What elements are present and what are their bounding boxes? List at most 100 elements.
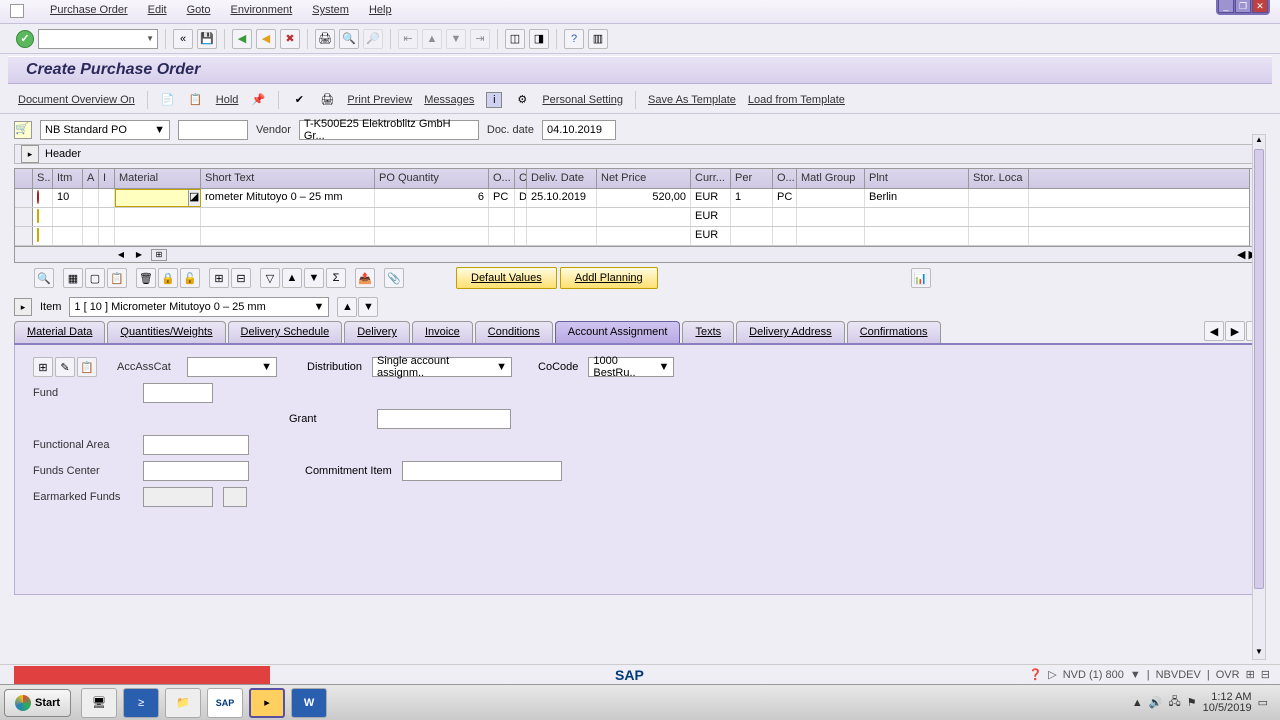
header-collapse-bar[interactable]: ▸ Header	[14, 144, 1266, 164]
col-deliv-date[interactable]: Deliv. Date	[527, 169, 597, 188]
select-all-icon[interactable]: ▦	[63, 268, 83, 288]
earmarked-funds-input[interactable]	[143, 487, 213, 507]
po-number-input[interactable]	[178, 120, 248, 140]
status-icon-1[interactable]: ⊞	[1246, 668, 1255, 681]
next-item-icon[interactable]: ▼	[358, 297, 378, 317]
print-preview-icon[interactable]: 🖨	[319, 92, 335, 108]
menu-edit[interactable]: Edit	[148, 4, 167, 19]
copy-acct-icon[interactable]: 📋	[77, 357, 97, 377]
cell-curr[interactable]: EUR	[691, 208, 731, 226]
vendor-input[interactable]: T-K500E25 Elektroblitz GmbH Gr...	[299, 120, 479, 140]
scroll-right-icon[interactable]: ▶	[133, 249, 145, 261]
info-icon[interactable]: i	[486, 92, 502, 108]
menu-purchase-order[interactable]: Purchase Order	[50, 4, 128, 19]
task-word-icon[interactable]: W	[291, 688, 327, 718]
enter-icon[interactable]: ✓	[16, 30, 34, 48]
exit-icon[interactable]: ◀	[256, 29, 276, 49]
other-po-icon[interactable]: 📋	[188, 92, 204, 108]
unlock-icon[interactable]: 🔓	[180, 268, 200, 288]
col-short-text[interactable]: Short Text	[201, 169, 375, 188]
help-status-icon[interactable]: ❓	[1029, 668, 1043, 681]
table-view-icon[interactable]: ⊞	[33, 357, 53, 377]
detail-icon[interactable]: ⊞	[209, 268, 229, 288]
cell-opu[interactable]: PC	[773, 189, 797, 207]
maximize-icon[interactable]: ❐	[1235, 0, 1251, 13]
doc-date-input[interactable]: 04.10.2019	[542, 120, 616, 140]
tab-conditions[interactable]: Conditions	[475, 321, 553, 343]
filter-icon[interactable]: ▽	[260, 268, 280, 288]
back-green-icon[interactable]: ◀	[232, 29, 252, 49]
addl-planning-button[interactable]: Addl Planning	[560, 267, 658, 289]
prev-item-icon[interactable]: ▲	[337, 297, 357, 317]
clock[interactable]: 1:12 AM10/5/2019	[1203, 692, 1252, 714]
find-item-icon[interactable]: 🔍	[34, 268, 54, 288]
col-plnt[interactable]: Plnt	[865, 169, 969, 188]
minimize-icon[interactable]: _	[1218, 0, 1234, 13]
tab-delivery-schedule[interactable]: Delivery Schedule	[228, 321, 343, 343]
hold-button[interactable]: Hold	[216, 94, 239, 106]
col-a[interactable]: A	[83, 169, 99, 188]
main-scrollbar[interactable]: ▲ ▼	[1252, 134, 1266, 660]
menu-environment[interactable]: Environment	[230, 4, 292, 19]
cancel-icon[interactable]: ✖	[280, 29, 300, 49]
cell-short-text[interactable]: rometer Mitutoyo 0 – 25 mm	[201, 189, 375, 207]
scroll-left-icon[interactable]: ◀	[115, 249, 127, 261]
cell-deliv[interactable]: 25.10.2019	[527, 189, 597, 207]
col-po-quantity[interactable]: PO Quantity	[375, 169, 489, 188]
funds-center-input[interactable]	[143, 461, 249, 481]
accasscat-dropdown[interactable]: ▼	[187, 357, 277, 377]
personal-setting-button[interactable]: Personal Setting	[542, 94, 623, 106]
f4-help-icon[interactable]: ◪	[188, 190, 200, 206]
cell-price[interactable]: 520,00	[597, 189, 691, 207]
load-template-button[interactable]: Load from Template	[748, 94, 845, 106]
tray-network-icon[interactable]: 🖧	[1169, 693, 1181, 712]
help-icon[interactable]: ?	[564, 29, 584, 49]
task-sap-icon[interactable]: SAP	[207, 688, 243, 718]
distribution-dropdown[interactable]: Single account assignm..▼	[372, 357, 512, 377]
export-icon[interactable]: 📤	[355, 268, 375, 288]
save-icon[interactable]: 💾	[197, 29, 217, 49]
col-opu[interactable]: O...	[773, 169, 797, 188]
back-icon[interactable]: «	[173, 29, 193, 49]
cell-plnt[interactable]: Berlin	[865, 189, 969, 207]
print-icon[interactable]: 🖨	[315, 29, 335, 49]
tray-expand-icon[interactable]: ▲	[1132, 697, 1143, 709]
col-net-price[interactable]: Net Price	[597, 169, 691, 188]
new-session-icon[interactable]: ◫	[505, 29, 525, 49]
default-values-button[interactable]: Default Values	[456, 267, 557, 289]
save-template-button[interactable]: Save As Template	[648, 94, 736, 106]
tray-speaker-icon[interactable]: 🔊	[1149, 696, 1163, 709]
tab-delivery[interactable]: Delivery	[344, 321, 410, 343]
delete-icon[interactable]: 🗑	[136, 268, 156, 288]
attach-icon[interactable]: 📎	[384, 268, 404, 288]
client-indicator[interactable]: NVD (1) 800	[1063, 669, 1124, 681]
item-selector-dropdown[interactable]: 1 [ 10 ] Micrometer Mitutoyo 0 – 25 mm▼	[69, 297, 329, 317]
find-icon[interactable]: 🔍	[339, 29, 359, 49]
menu-goto[interactable]: Goto	[187, 4, 211, 19]
print-preview-button[interactable]: Print Preview	[347, 94, 412, 106]
tab-quantities-weights[interactable]: Quantities/Weights	[107, 321, 225, 343]
cocode-dropdown[interactable]: 1000 BestRu..▼	[588, 357, 674, 377]
overview-icon[interactable]: ⊟	[231, 268, 251, 288]
expand-header-icon[interactable]: ▸	[21, 145, 39, 163]
doc-overview-button[interactable]: Document Overview On	[18, 94, 135, 106]
cell-c[interactable]: D	[515, 189, 527, 207]
services-icon[interactable]: 📊	[911, 268, 931, 288]
col-c[interactable]: C	[515, 169, 527, 188]
col-oun[interactable]: O...	[489, 169, 515, 188]
sum-icon[interactable]: Σ	[326, 268, 346, 288]
col-matl-group[interactable]: Matl Group	[797, 169, 865, 188]
table-settings-icon[interactable]: ⊞	[151, 249, 167, 261]
tab-texts[interactable]: Texts	[682, 321, 734, 343]
earmarked-funds-item-input[interactable]	[223, 487, 247, 507]
cell-oun[interactable]: PC	[489, 189, 515, 207]
create-icon[interactable]: 📄	[160, 92, 176, 108]
fund-input[interactable]	[143, 383, 213, 403]
nav-status-icon[interactable]: ▷	[1048, 668, 1056, 681]
commitment-item-input[interactable]	[402, 461, 562, 481]
tab-delivery-address[interactable]: Delivery Address	[736, 321, 845, 343]
check-icon[interactable]: ✔	[291, 92, 307, 108]
grant-input[interactable]	[377, 409, 511, 429]
col-status[interactable]: S..	[33, 169, 53, 188]
col-stor-loc[interactable]: Stor. Loca	[969, 169, 1029, 188]
